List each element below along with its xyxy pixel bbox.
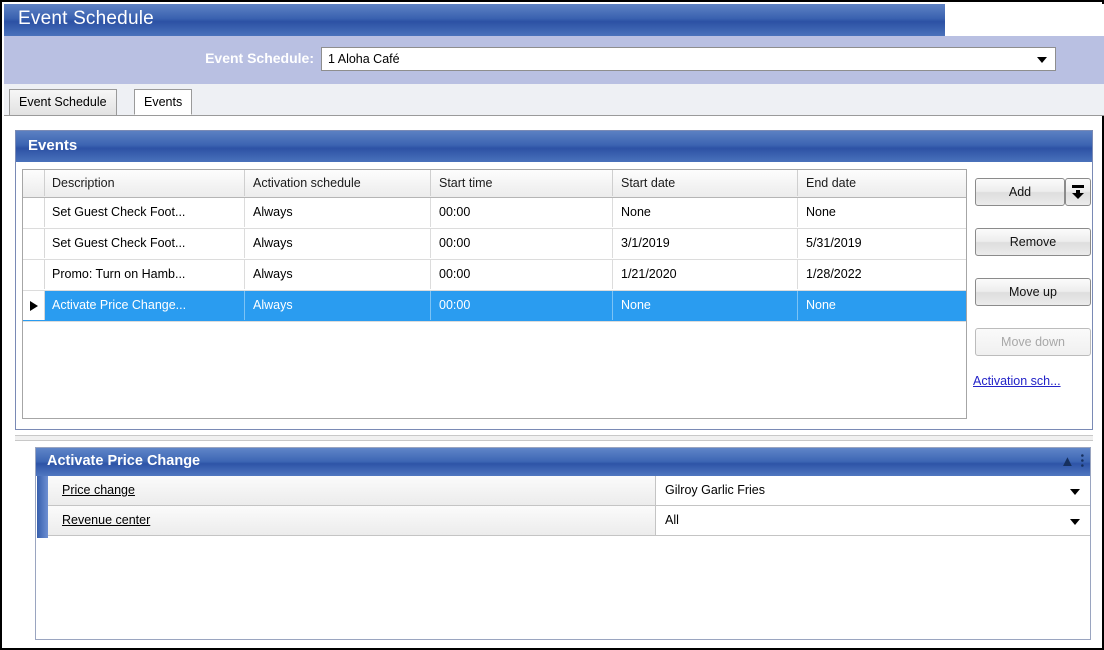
property-value-revenue-center[interactable]: All (657, 506, 1090, 535)
property-row-price-change: Price change Gilroy Garlic Fries (48, 476, 1090, 506)
cell-activation-schedule: Always (245, 229, 431, 258)
application-window: Event Schedule Event Schedule: 1 Aloha C… (0, 0, 1104, 650)
add-dropdown-button[interactable] (1065, 178, 1091, 206)
cell-end-date: None (806, 298, 836, 312)
remove-button[interactable]: Remove (975, 228, 1091, 256)
events-panel-title: Events (28, 137, 78, 154)
cell-end-date: 1/28/2022 (806, 267, 862, 281)
events-panel-header: Events (16, 131, 1092, 162)
column-header-end-date[interactable]: End date (798, 170, 966, 196)
events-grid[interactable]: Description Activation schedule Start ti… (22, 169, 967, 419)
row-indicator-cell (23, 260, 45, 289)
property-label-price-change[interactable]: Price change (48, 476, 656, 505)
chevron-down-icon[interactable] (1070, 519, 1080, 525)
table-row[interactable]: Promo: Turn on Hamb... Always 00:00 1/21… (23, 260, 966, 291)
tab-event-schedule[interactable]: Event Schedule (9, 89, 117, 115)
row-indicator-cell (23, 291, 45, 320)
add-button[interactable]: Add (975, 178, 1065, 206)
table-row-selected[interactable]: Activate Price Change... Always 00:00 No… (23, 291, 966, 322)
property-value-price-change[interactable]: Gilroy Garlic Fries (657, 476, 1090, 505)
cell-start-time: 00:00 (431, 198, 613, 227)
cell-start-date: None (613, 198, 798, 227)
column-header-start-date[interactable]: Start date (613, 170, 798, 196)
cell-description: Promo: Turn on Hamb... (44, 260, 245, 289)
cell-start-time: 00:00 (431, 229, 613, 258)
property-panel: Activate Price Change ▲︙ Price change Gi… (35, 447, 1091, 640)
event-schedule-selector-band: Event Schedule: 1 Aloha Café (4, 36, 1104, 84)
title-bar: Event Schedule (4, 4, 1104, 36)
tab-strip: Event Schedule Events (4, 84, 1104, 116)
row-indicator-cell (23, 198, 45, 227)
cell-start-time: 00:00 (431, 291, 613, 320)
cell-end-date: 5/31/2019 (806, 236, 862, 250)
activation-schedule-link[interactable]: Activation sch... (973, 374, 1097, 388)
current-row-arrow-icon (30, 301, 38, 311)
tab-events[interactable]: Events (134, 89, 193, 115)
column-header-description[interactable]: Description (44, 170, 245, 196)
cell-start-date: None (613, 291, 798, 320)
property-value-revenue-center-text: All (665, 513, 679, 527)
window-title: Event Schedule (18, 8, 154, 29)
cell-activation-schedule: Always (245, 260, 431, 289)
table-row[interactable]: Set Guest Check Foot... Always 00:00 3/1… (23, 229, 966, 260)
cell-description: Set Guest Check Foot... (44, 229, 245, 258)
panel-splitter[interactable] (15, 435, 1093, 441)
move-up-button[interactable]: Move up (975, 278, 1091, 306)
property-row-revenue-center: Revenue center All (48, 506, 1090, 536)
table-row[interactable]: Set Guest Check Foot... Always 00:00 Non… (23, 198, 966, 229)
move-down-button: Move down (975, 328, 1091, 356)
property-panel-title: Activate Price Change (47, 453, 201, 469)
chevrons-up-icon[interactable]: ▲︙ (1060, 452, 1090, 472)
property-label-price-change-text: Price change (62, 483, 135, 497)
column-header-start-time[interactable]: Start time (431, 170, 613, 196)
chevron-down-icon[interactable] (1070, 489, 1080, 495)
property-label-revenue-center-text: Revenue center (62, 513, 151, 527)
cell-description: Activate Price Change... (44, 291, 245, 320)
column-header-activation-schedule[interactable]: Activation schedule (245, 170, 431, 196)
cell-activation-schedule: Always (245, 198, 431, 227)
event-schedule-dropdown-value: 1 Aloha Café (328, 52, 400, 66)
events-grid-header-row: Description Activation schedule Start ti… (23, 170, 966, 198)
property-value-price-change-text: Gilroy Garlic Fries (665, 483, 766, 497)
cell-description: Set Guest Check Foot... (44, 198, 245, 227)
chevron-down-icon[interactable] (1037, 57, 1047, 63)
property-panel-header: Activate Price Change ▲︙ (36, 448, 1090, 476)
property-label-revenue-center[interactable]: Revenue center (48, 506, 656, 535)
event-schedule-dropdown[interactable]: 1 Aloha Café (321, 47, 1056, 71)
property-category-strip (37, 476, 48, 538)
row-indicator-header-cell (23, 170, 45, 196)
cell-start-date: 1/21/2020 (613, 260, 798, 289)
cell-end-date: None (806, 205, 836, 219)
insert-down-arrow-icon (1072, 185, 1084, 199)
events-panel: Events Description Activation schedule S… (15, 130, 1093, 430)
event-schedule-label: Event Schedule: (205, 50, 314, 66)
cell-start-date: 3/1/2019 (613, 229, 798, 258)
cell-activation-schedule: Always (245, 291, 431, 320)
property-panel-empty-area (48, 536, 1090, 639)
cell-start-time: 00:00 (431, 260, 613, 289)
row-indicator-cell (23, 229, 45, 258)
